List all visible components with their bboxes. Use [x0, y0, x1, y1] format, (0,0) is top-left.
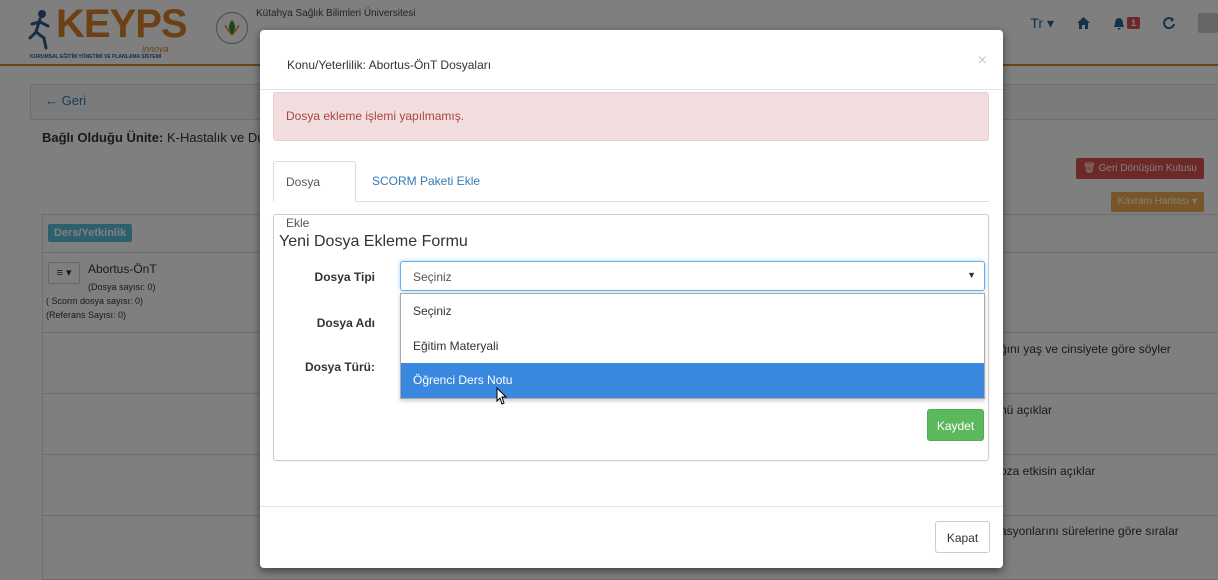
select-value: Seçiniz	[413, 270, 452, 284]
file-name-label: Dosya Adı	[316, 316, 375, 330]
close-button[interactable]: Kapat	[935, 521, 990, 553]
file-kind-label: Dosya Türü:	[304, 360, 375, 374]
tab-scorm-paketi-ekle[interactable]: SCORM Paketi Ekle	[360, 161, 492, 202]
error-alert: Dosya ekleme işlemi yapılmamış.	[273, 92, 989, 141]
form-title: Yeni Dosya Ekleme Formu	[279, 233, 468, 250]
file-type-dropdown: Seçiniz Eğitim Materyali Öğrenci Ders No…	[400, 293, 985, 399]
save-button[interactable]: Kaydet	[927, 409, 984, 441]
option-seciniz[interactable]: Seçiniz	[401, 294, 984, 329]
file-type-select[interactable]: Seçiniz ▼	[400, 261, 985, 291]
close-icon[interactable]: ×	[978, 52, 987, 70]
modal-tabs: Dosya Ekle SCORM Paketi Ekle	[273, 161, 989, 230]
mouse-cursor-icon	[496, 387, 508, 405]
chevron-down-icon: ▼	[967, 270, 976, 280]
option-ogrenci-ders-notu[interactable]: Öğrenci Ders Notu	[401, 363, 984, 398]
modal-header: Konu/Yeterlilik: Abortus-ÖnT Dosyaları ×	[260, 30, 1003, 90]
tab-dosya-ekle[interactable]: Dosya Ekle	[273, 161, 356, 230]
modal-footer: Kapat	[260, 506, 1003, 568]
files-modal: Konu/Yeterlilik: Abortus-ÖnT Dosyaları ×…	[260, 30, 1003, 568]
file-type-label: Dosya Tipi	[314, 270, 375, 284]
alert-text: Dosya ekleme işlemi yapılmamış.	[286, 109, 465, 123]
modal-title: Konu/Yeterlilik: Abortus-ÖnT Dosyaları	[287, 58, 492, 72]
option-egitim-materyali[interactable]: Eğitim Materyali	[401, 329, 984, 364]
